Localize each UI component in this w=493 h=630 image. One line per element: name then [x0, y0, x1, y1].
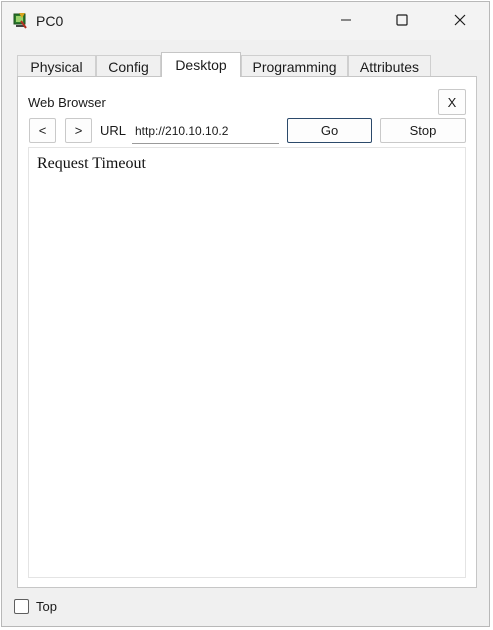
url-input[interactable] — [132, 118, 279, 144]
stop-button[interactable]: Stop — [380, 118, 466, 143]
tab-config[interactable]: Config — [96, 55, 161, 77]
title-bar[interactable]: PC0 — [2, 2, 489, 40]
pc0-window: PC0 Physical Config Desktop Programming … — [1, 1, 490, 627]
packet-tracer-pc-icon — [11, 11, 31, 31]
page-content-text: Request Timeout — [37, 155, 146, 172]
forward-button[interactable]: > — [65, 118, 92, 143]
url-label: URL — [100, 123, 127, 138]
desktop-panel: Web Browser X < > URL Go Stop Request Ti… — [17, 76, 477, 588]
maximize-icon — [396, 13, 408, 29]
back-button[interactable]: < — [29, 118, 56, 143]
tab-desktop[interactable]: Desktop — [161, 52, 241, 77]
top-checkbox-label: Top — [36, 599, 57, 614]
browser-content[interactable]: Request Timeout — [28, 147, 466, 578]
minimize-icon — [340, 14, 352, 29]
close-button[interactable] — [437, 2, 483, 40]
tab-attributes[interactable]: Attributes — [348, 55, 431, 77]
top-checkbox[interactable] — [14, 599, 29, 614]
go-button[interactable]: Go — [287, 118, 372, 143]
web-browser-title: Web Browser — [28, 95, 106, 110]
tab-programming[interactable]: Programming — [241, 55, 348, 77]
tab-physical[interactable]: Physical — [17, 55, 96, 77]
window-title: PC0 — [36, 13, 64, 29]
maximize-button[interactable] — [379, 2, 425, 40]
browser-close-button[interactable]: X — [438, 89, 466, 115]
close-icon — [454, 14, 466, 29]
minimize-button[interactable] — [323, 2, 369, 40]
